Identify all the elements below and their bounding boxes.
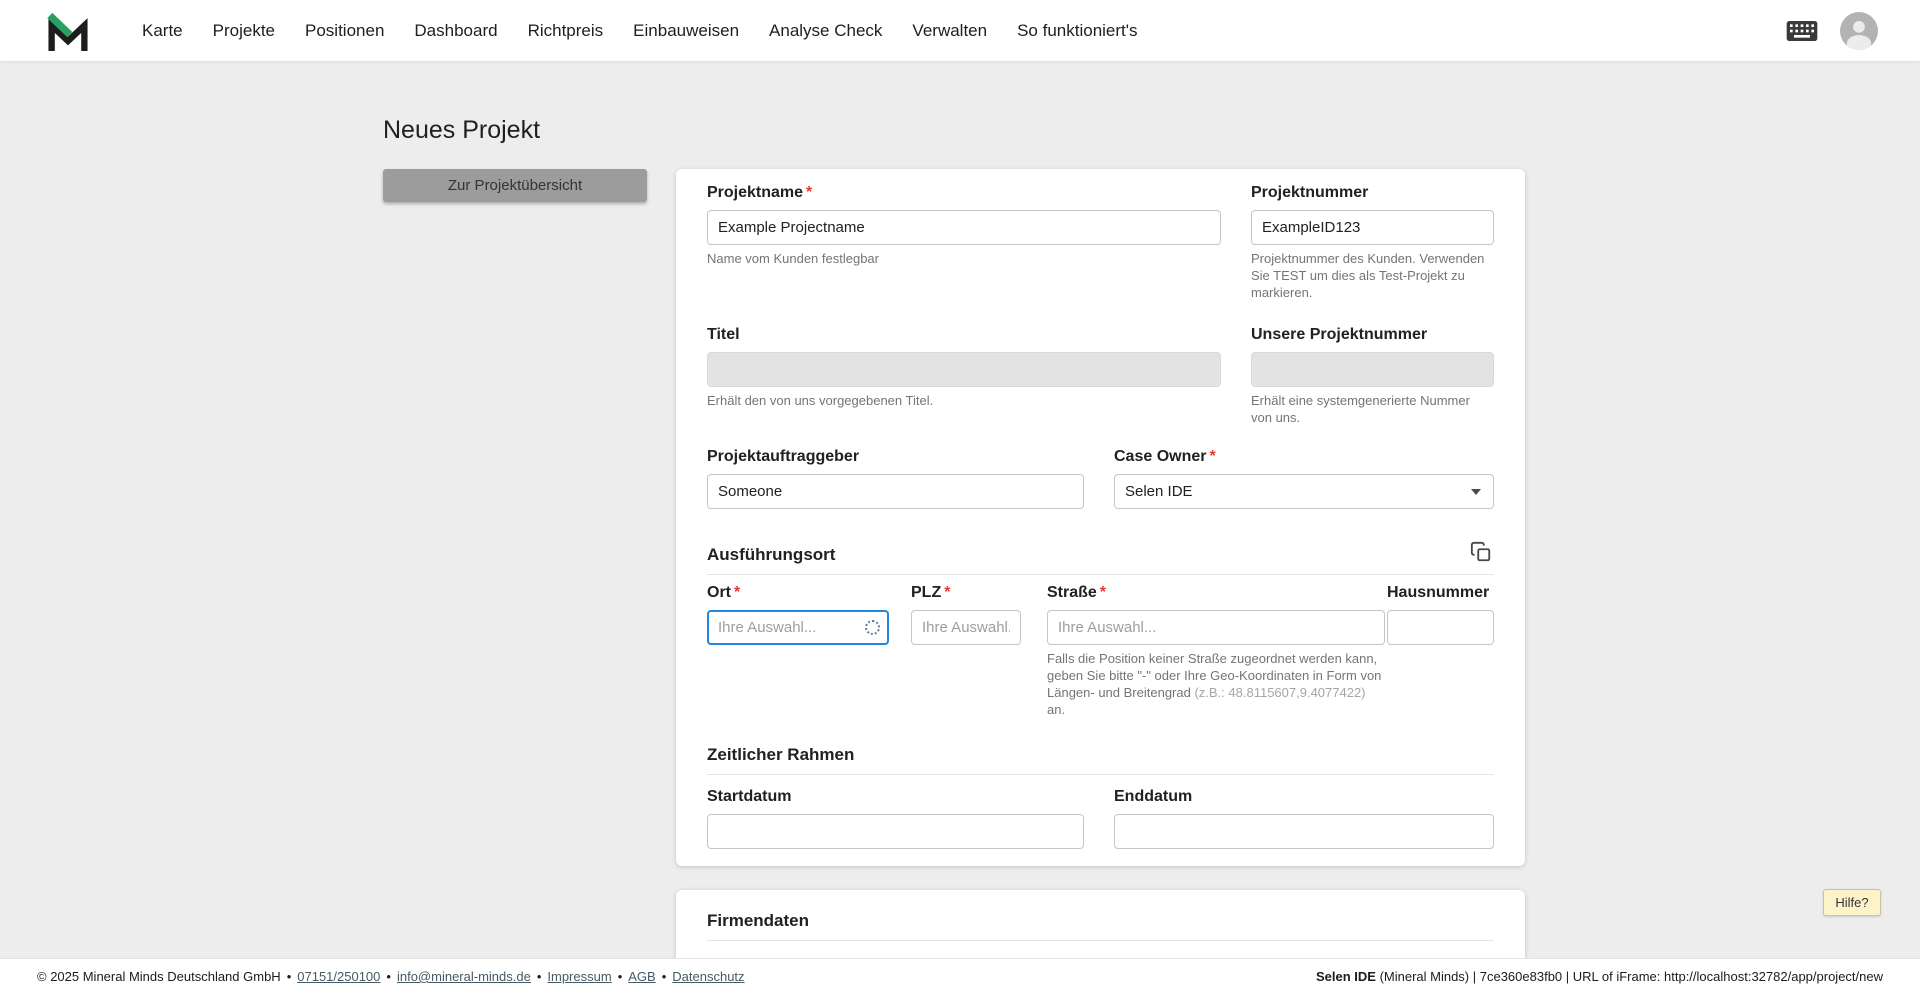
copy-location-button[interactable] <box>1468 539 1494 568</box>
session-info: Selen IDE (Mineral Minds) | 7ce360e83fb0… <box>1316 969 1883 984</box>
unsere-projektnummer-field: Unsere Projektnummer Erhält eine systemg… <box>1251 325 1494 427</box>
footer-left: © 2025 Mineral Minds Deutschland GmbH • … <box>37 969 745 984</box>
page-title: Neues Projekt <box>383 116 541 144</box>
plz-label: PLZ * <box>911 584 951 601</box>
zeitlicher-rahmen-section: Zeitlicher Rahmen <box>707 744 1494 775</box>
titel-input <box>707 352 1221 387</box>
nav-item-einbauweisen[interactable]: Einbauweisen <box>633 21 739 41</box>
case-owner-field: Case Owner * Selen IDE <box>1114 447 1494 509</box>
projektauftraggeber-input[interactable] <box>707 474 1084 509</box>
session-user: Selen IDE <box>1315 969 1376 984</box>
projektnummer-input[interactable] <box>1251 210 1494 245</box>
titel-field: Titel Erhält den von uns vorgegebenen Ti… <box>707 325 1221 410</box>
copyright-text: © 2025 Mineral Minds Deutschland GmbH <box>37 969 281 984</box>
unsere-projektnummer-helper: Erhält eine systemgenerierte Nummer von … <box>1251 393 1470 425</box>
enddatum-input[interactable] <box>1114 814 1494 849</box>
projektnummer-field: Projektnummer Projektnummer des Kunden. … <box>1251 183 1494 302</box>
unsere-projektnummer-input <box>1251 352 1494 387</box>
required-asterisk: * <box>806 184 813 201</box>
nav-item-positionen[interactable]: Positionen <box>305 21 384 41</box>
ausfuehrungsort-section: Ausführungsort <box>707 539 1494 575</box>
required-asterisk: * <box>1209 448 1216 465</box>
projektname-field: Projektname* Name vom Kunden festlegbar <box>707 183 1221 268</box>
top-navbar: Karte Projekte Positionen Dashboard Rich… <box>0 0 1920 61</box>
startdatum-field: Startdatum <box>707 787 1084 849</box>
keyboard-icon[interactable] <box>1786 20 1818 42</box>
nav-item-so-funktionierts[interactable]: So funktioniert's <box>1017 21 1137 41</box>
required-asterisk: * <box>1099 584 1107 601</box>
required-asterisk: * <box>734 584 741 601</box>
nav-item-richtpreis[interactable]: Richtpreis <box>528 21 604 41</box>
projektname-input[interactable] <box>707 210 1221 245</box>
projektauftraggeber-label: Projektauftraggeber <box>707 448 860 465</box>
email-link[interactable]: info@mineral-minds.de <box>397 969 531 984</box>
zur-projektuebersicht-button[interactable]: Zur Projektübersicht <box>383 169 647 202</box>
projektnummer-helper: Projektnummer des Kunden. Verwenden Sie … <box>1251 251 1485 300</box>
startdatum-label: Startdatum <box>707 788 792 805</box>
ort-label: Ort * <box>707 584 741 601</box>
nav-item-analyse-check[interactable]: Analyse Check <box>769 21 882 41</box>
case-owner-label: Case Owner * <box>1114 448 1216 465</box>
project-form-card: Projektname* Name vom Kunden festlegbar … <box>676 169 1525 866</box>
nav-item-verwalten[interactable]: Verwalten <box>912 21 987 41</box>
separator: • <box>286 969 292 984</box>
impressum-link[interactable]: Impressum <box>547 969 611 984</box>
strasse-label: Straße * <box>1047 584 1107 601</box>
separator: • <box>617 969 623 984</box>
unsere-projektnummer-label: Unsere Projektnummer <box>1251 326 1428 343</box>
nav-right-actions <box>1786 0 1878 61</box>
separator: • <box>386 969 391 984</box>
session-details: (Mineral Minds) | 7ce360e83fb0 | URL of … <box>1375 969 1883 984</box>
logo-icon <box>47 12 88 51</box>
enddatum-field: Enddatum <box>1114 787 1494 849</box>
strasse-helper: Falls die Position keiner Straße zugeord… <box>1047 651 1382 717</box>
ausfuehrungsort-section-title: Ausführungsort <box>707 545 836 564</box>
plz-input[interactable] <box>911 610 1021 645</box>
required-asterisk: * <box>944 584 951 601</box>
mineral-minds-logo[interactable] <box>46 11 90 51</box>
ort-field: Ort * <box>707 583 889 645</box>
nav-item-karte[interactable]: Karte <box>142 21 183 41</box>
case-owner-value: Selen IDE <box>1125 483 1193 500</box>
projektname-label: Projektname * <box>707 184 813 201</box>
hausnummer-label: Hausnummer <box>1387 584 1490 601</box>
help-button[interactable]: Hilfe? <box>1823 889 1881 916</box>
projektauftraggeber-field: Projektauftraggeber <box>707 447 1084 509</box>
nav-menu: Karte Projekte Positionen Dashboard Rich… <box>142 21 1138 41</box>
footer: © 2025 Mineral Minds Deutschland GmbH • … <box>0 958 1920 994</box>
phone-link[interactable]: 07151/250100 <box>297 969 380 984</box>
titel-helper: Erhält den von uns vorgegebenen Titel. <box>707 393 934 408</box>
hausnummer-field: Hausnummer <box>1387 583 1494 645</box>
startdatum-input[interactable] <box>707 814 1084 849</box>
projektnummer-label: Projektnummer <box>1251 184 1369 201</box>
nav-item-dashboard[interactable]: Dashboard <box>414 21 497 41</box>
hausnummer-input[interactable] <box>1387 610 1494 645</box>
strasse-field: Straße* Falls die Position keiner Straße… <box>1047 583 1385 719</box>
enddatum-label: Enddatum <box>1114 788 1193 805</box>
caret-down-icon <box>1471 488 1481 495</box>
ort-input[interactable] <box>707 610 889 645</box>
nav-item-projekte[interactable]: Projekte <box>213 21 275 41</box>
firmendaten-section-title: Firmendaten <box>707 911 810 930</box>
zeitlicher-rahmen-section-title: Zeitlicher Rahmen <box>707 745 855 764</box>
projektname-helper: Name vom Kunden festlegbar <box>707 251 879 266</box>
datenschutz-link[interactable]: Datenschutz <box>672 969 744 984</box>
firmendaten-section: Firmendaten <box>707 910 1494 941</box>
case-owner-select[interactable]: Selen IDE <box>1114 474 1494 509</box>
content-copy-icon <box>1470 541 1491 562</box>
account-circle-icon[interactable] <box>1840 11 1878 50</box>
agb-link[interactable]: AGB <box>628 969 655 984</box>
separator: • <box>661 969 667 984</box>
plz-field: PLZ * <box>911 583 1021 645</box>
spinner-icon <box>865 619 880 635</box>
strasse-input[interactable] <box>1047 610 1385 645</box>
titel-label: Titel <box>707 326 740 343</box>
separator: • <box>536 969 542 984</box>
